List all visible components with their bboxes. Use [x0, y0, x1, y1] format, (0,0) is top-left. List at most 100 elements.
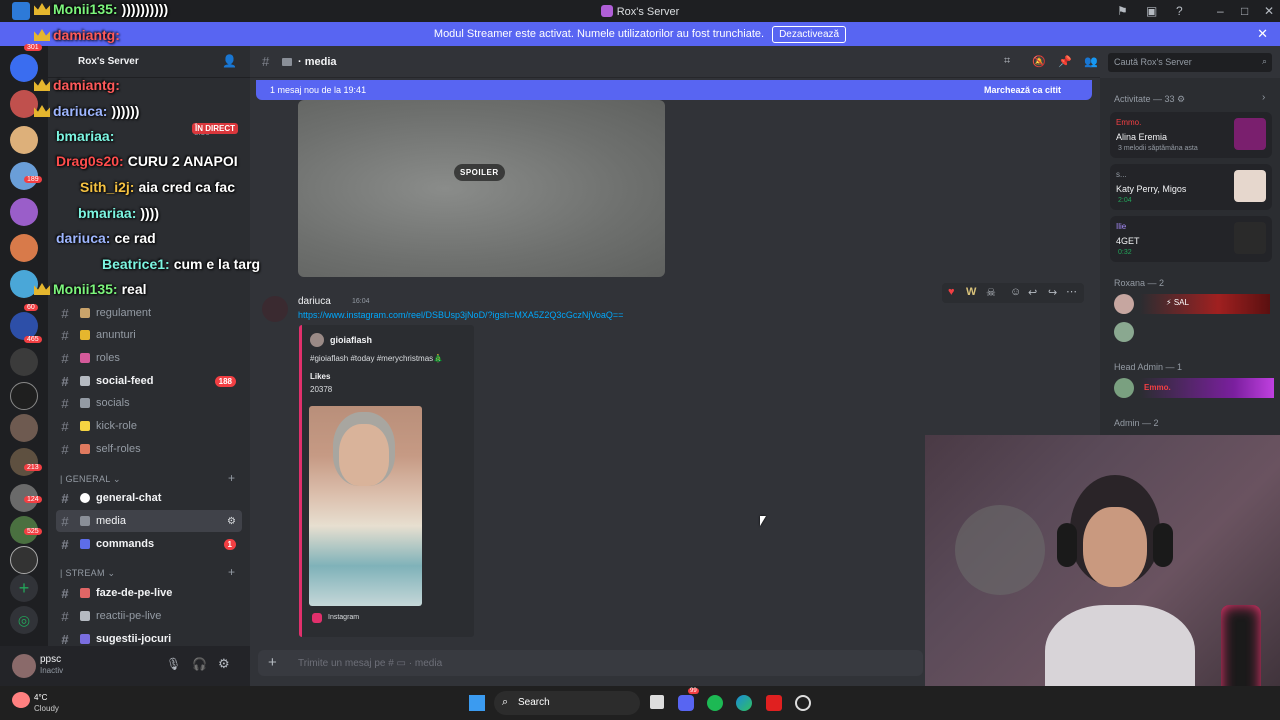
- settings-icon[interactable]: ⚙: [218, 656, 230, 672]
- category-label: | GENERAL: [60, 474, 111, 484]
- message-author[interactable]: dariuca: [298, 296, 331, 307]
- hash-icon: #: [61, 395, 69, 411]
- threads-icon[interactable]: ⌗: [1004, 55, 1010, 68]
- chat-user: bmariaa:: [56, 128, 115, 144]
- channel-title: · media: [298, 56, 337, 68]
- weather-icon[interactable]: [12, 692, 30, 708]
- activity-card[interactable]: Ilie 4GET 0:32: [1110, 216, 1272, 262]
- channel-social-feed[interactable]: # social-feed 188: [56, 370, 242, 392]
- new-messages-bar[interactable]: 1 mesaj nou de la 19:41 Marchează ca cit…: [256, 80, 1092, 100]
- add-reaction-icon[interactable]: ☺: [1010, 286, 1021, 298]
- avatar[interactable]: [12, 654, 36, 678]
- message-actions: ♥ W ☠ ☺ ↩ ↪ ⋯: [942, 283, 1084, 303]
- channel-settings-icon[interactable]: ⚙: [227, 516, 236, 527]
- close-icon[interactable]: ✕: [1257, 26, 1268, 42]
- maximize-icon[interactable]: □: [1241, 4, 1248, 18]
- activity-card[interactable]: s... Katy Perry, Migos 2:04: [1110, 164, 1272, 210]
- channel-roles[interactable]: # roles: [56, 347, 242, 369]
- headphones-icon[interactable]: 🎧: [192, 657, 207, 671]
- microphone-icon[interactable]: 🎙: [166, 657, 181, 671]
- forward-icon[interactable]: ↪: [1048, 286, 1057, 299]
- w-reaction-icon[interactable]: W: [966, 286, 976, 298]
- member-banner[interactable]: [1140, 294, 1270, 314]
- server-icon-12[interactable]: [10, 448, 38, 476]
- channel-anunturi[interactable]: # anunturi: [56, 324, 242, 346]
- reply-icon[interactable]: ↩: [1028, 286, 1037, 299]
- server-icon-9[interactable]: [10, 348, 38, 376]
- member-name: Emmo.: [1144, 383, 1171, 392]
- message-composer[interactable]: + Trimite un mesaj pe # ▭ · media: [258, 650, 923, 676]
- discord-icon[interactable]: [678, 695, 694, 711]
- obs-icon[interactable]: [795, 695, 811, 711]
- embed-image[interactable]: [309, 406, 422, 606]
- members-icon[interactable]: 👥: [1084, 55, 1098, 68]
- add-channel-icon[interactable]: +: [228, 471, 235, 485]
- channel-kick-role[interactable]: # kick-role: [56, 415, 242, 437]
- chat-user: dariuca:: [56, 230, 111, 246]
- more-icon[interactable]: ⋯: [1066, 285, 1077, 298]
- server-icon-11[interactable]: [10, 414, 38, 442]
- server-icon-10[interactable]: [10, 382, 38, 410]
- heart-icon[interactable]: ♥: [948, 286, 955, 298]
- webcam-overlay: [925, 435, 1280, 720]
- windows-taskbar: 4°C Cloudy ⌕ Search 99: [0, 686, 1280, 720]
- category-general[interactable]: | GENERAL ⌄: [60, 474, 121, 485]
- channel-regulament[interactable]: # regulament: [56, 302, 242, 324]
- chat-line: Monii135:)))))))))): [34, 1, 168, 17]
- minimize-icon[interactable]: –: [1217, 4, 1224, 18]
- channel-label: media: [96, 515, 126, 527]
- category-stream[interactable]: | STREAM ⌄: [60, 568, 115, 579]
- channel-reactii-pe-live[interactable]: # reactii-pe-live: [56, 605, 242, 627]
- channel-media[interactable]: # media ⚙: [56, 510, 242, 532]
- avatar[interactable]: [1114, 378, 1134, 398]
- channel-commands[interactable]: # commands 1: [56, 533, 242, 555]
- chevron-right-icon[interactable]: ›: [1262, 92, 1265, 103]
- member-group: Admin — 2: [1114, 418, 1159, 428]
- task-view-icon[interactable]: [650, 695, 664, 709]
- pin-icon[interactable]: 📌: [1058, 55, 1072, 68]
- channel-label: regulament: [96, 307, 152, 319]
- disable-streamer-button[interactable]: Dezactivează: [772, 25, 847, 43]
- embed-author[interactable]: gioiaflash: [330, 335, 372, 345]
- member-group: Head Admin — 1: [1114, 362, 1183, 372]
- close-window-icon[interactable]: ✕: [1264, 4, 1274, 18]
- user-status: Inactiv: [40, 666, 64, 675]
- search-input[interactable]: Caută Rox's Server ⌕: [1108, 53, 1272, 72]
- help-icon[interactable]: ?: [1176, 4, 1183, 18]
- activity-card[interactable]: Emmo. Alina Eremia 3 melodii săptămâna a…: [1110, 112, 1272, 158]
- hash-icon: #: [61, 327, 69, 343]
- channel-label: socials: [96, 397, 130, 409]
- mute-icon[interactable]: 🔕: [1032, 55, 1046, 68]
- app-icon[interactable]: [766, 695, 782, 711]
- taskbar-search[interactable]: ⌕ Search: [494, 691, 640, 715]
- spoiler-image[interactable]: SPOILER: [298, 100, 665, 277]
- channel-label: social-feed: [96, 375, 154, 387]
- screen-icon[interactable]: ▣: [1146, 4, 1157, 18]
- edge-icon[interactable]: [736, 695, 752, 711]
- channel-label: roles: [96, 352, 120, 364]
- channel-socials[interactable]: # socials: [56, 392, 242, 414]
- channel-self-roles[interactable]: # self-roles: [56, 438, 242, 460]
- server-icon-15[interactable]: [10, 546, 38, 574]
- skull-icon[interactable]: ☠: [986, 286, 996, 299]
- popcorn-icon: [80, 588, 90, 598]
- add-channel-icon[interactable]: +: [228, 565, 235, 579]
- server-icon: [600, 4, 613, 17]
- face-shape: [339, 424, 389, 486]
- chat-user: Monii135:: [53, 281, 118, 297]
- message-link[interactable]: https://www.instagram.com/reel/DSBUsp3jN…: [298, 310, 623, 320]
- add-attachment-icon[interactable]: +: [268, 654, 277, 671]
- explore-icon[interactable]: ◎: [10, 606, 38, 634]
- channel-general-chat[interactable]: # general-chat: [56, 487, 242, 509]
- spotify-icon[interactable]: [707, 695, 723, 711]
- add-server-icon[interactable]: +: [10, 574, 38, 602]
- start-icon[interactable]: [469, 695, 485, 711]
- channel-faze-de-pe-live[interactable]: # faze-de-pe-live: [56, 582, 242, 604]
- member-tag-text: SAL: [1173, 298, 1189, 307]
- chat-user: Drag0s20:: [56, 153, 124, 169]
- mark-read-button[interactable]: Marchează ca citit: [984, 85, 1061, 95]
- robot-icon: [80, 539, 90, 549]
- inbox-icon[interactable]: ⚑: [1117, 4, 1128, 18]
- avatar[interactable]: [1114, 322, 1134, 342]
- avatar[interactable]: [1114, 294, 1134, 314]
